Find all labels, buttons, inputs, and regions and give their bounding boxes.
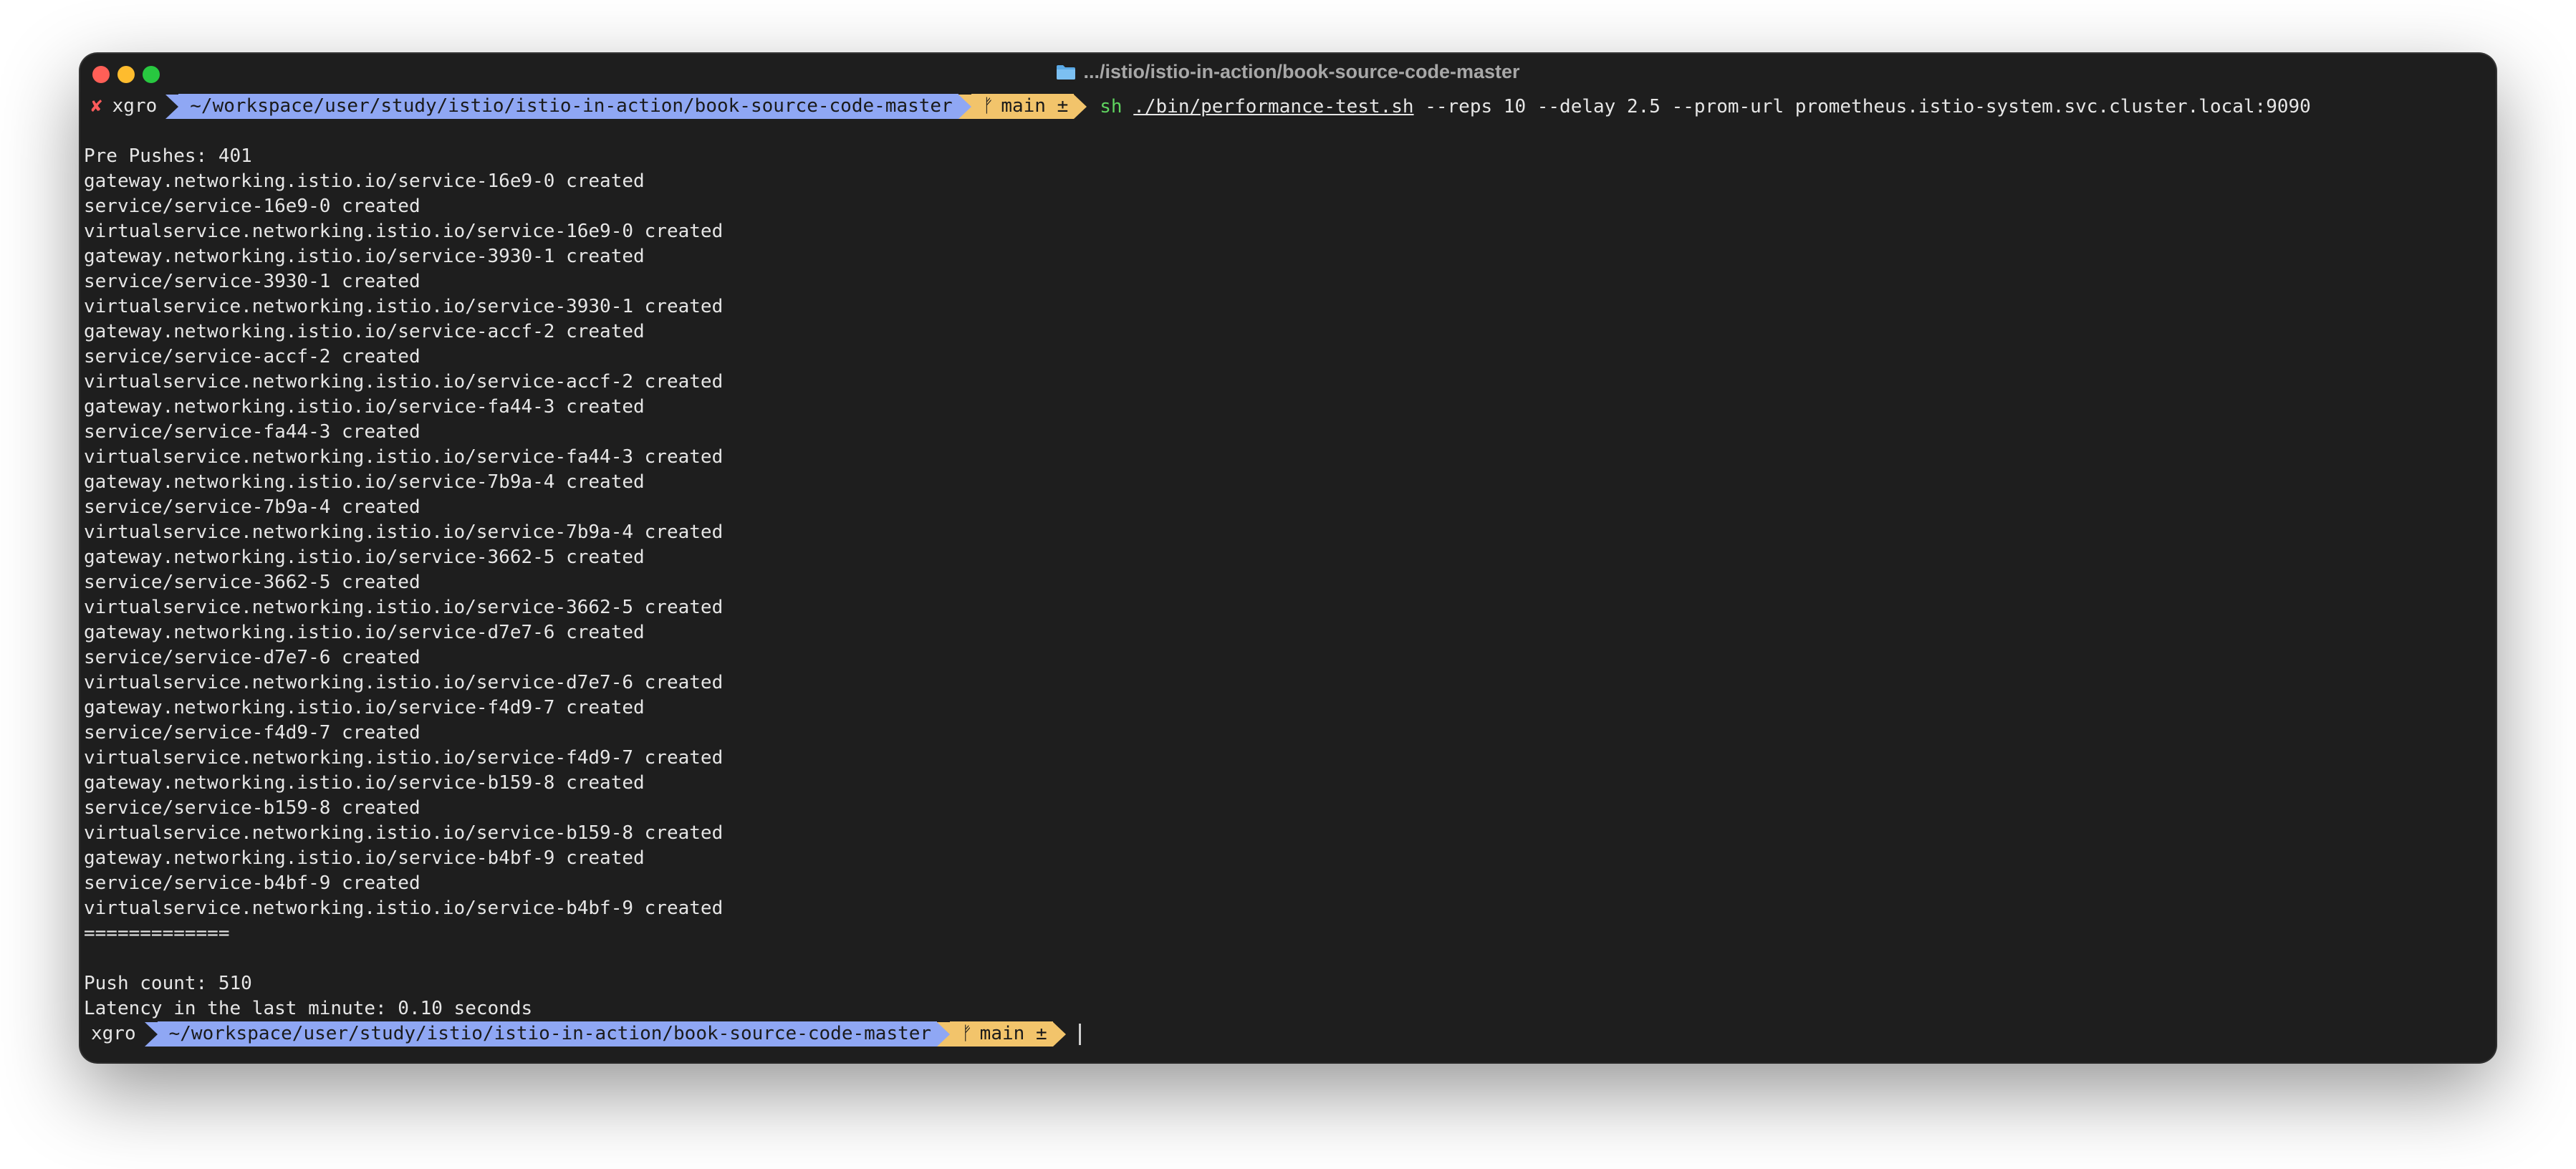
prompt-branch: main ± (979, 1023, 1047, 1044)
output-line: Pre Pushes: 401 (84, 145, 252, 167)
prompt-user-segment: xgro (84, 1021, 145, 1047)
output-line: service/service-16e9-0 created (84, 196, 420, 217)
powerline-separator-icon (144, 1021, 158, 1047)
output-line: virtualservice.networking.istio.io/servi… (84, 446, 724, 468)
title-bar[interactable]: .../istio/istio-in-action/book-source-co… (80, 54, 2496, 94)
output-line: service/service-3662-5 created (84, 572, 420, 593)
prompt-user-segment: ✘ xgro (84, 94, 165, 119)
push-count-line: Push count: 510 (84, 973, 252, 994)
output-line: gateway.networking.istio.io/service-3662… (84, 547, 645, 568)
entered-command: sh ./bin/performance-test.sh --reps 10 -… (1087, 96, 2311, 117)
prompt-username: xgro (91, 1023, 136, 1044)
command-prompt: ✘ xgro ~/workspace/user/study/istio/isti… (84, 94, 2496, 119)
prompt-username: xgro (112, 95, 158, 117)
text-cursor[interactable] (1078, 1023, 1081, 1045)
prompt-directory: ~/workspace/user/study/istio/istio-in-ac… (157, 1021, 938, 1047)
output-separator: ============= (84, 923, 230, 944)
command-prompt: xgro ~/workspace/user/study/istio/istio-… (84, 1021, 2496, 1047)
latency-line: Latency in the last minute: 0.10 seconds (84, 998, 533, 1019)
output-line: gateway.networking.istio.io/service-d7e7… (84, 622, 645, 643)
prompt-git-segment: ᚠ main ± (950, 1021, 1053, 1047)
prompt-git-segment: ᚠ main ± (971, 94, 1075, 119)
output-line: virtualservice.networking.istio.io/servi… (84, 371, 724, 393)
powerline-separator-icon (1074, 94, 1087, 119)
powerline-separator-icon (958, 94, 971, 119)
output-line: virtualservice.networking.istio.io/servi… (84, 672, 724, 693)
command-script-path: ./bin/performance-test.sh (1133, 95, 1414, 117)
powerline-separator-icon (937, 1021, 951, 1047)
prompt-branch: main ± (1001, 95, 1069, 117)
folder-icon (1056, 64, 1076, 80)
output-line: service/service-accf-2 created (84, 346, 420, 367)
output-line: virtualservice.networking.istio.io/servi… (84, 898, 724, 919)
git-branch-icon: ᚠ (961, 1023, 973, 1044)
error-status-icon: ✘ (91, 95, 102, 117)
window-title: .../istio/istio-in-action/book-source-co… (1083, 61, 1520, 82)
output-line: gateway.networking.istio.io/service-7b9a… (84, 471, 645, 493)
output-line: virtualservice.networking.istio.io/servi… (84, 521, 724, 543)
output-line: gateway.networking.istio.io/service-b159… (84, 772, 645, 794)
output-line: gateway.networking.istio.io/service-b4bf… (84, 847, 645, 869)
terminal-output[interactable]: ✘ xgro ~/workspace/user/study/istio/isti… (84, 94, 2496, 1062)
output-line: gateway.networking.istio.io/service-f4d9… (84, 697, 645, 718)
command-name: sh (1100, 95, 1123, 117)
powerline-separator-icon (1052, 1021, 1066, 1047)
output-line: virtualservice.networking.istio.io/servi… (84, 822, 724, 844)
command-arguments: --reps 10 --delay 2.5 --prom-url prometh… (1413, 95, 2311, 117)
output-line: service/service-f4d9-7 created (84, 722, 420, 744)
prompt-directory: ~/workspace/user/study/istio/istio-in-ac… (178, 94, 958, 119)
git-branch-icon: ᚠ (982, 95, 994, 117)
output-line: virtualservice.networking.istio.io/servi… (84, 747, 724, 769)
terminal-window[interactable]: .../istio/istio-in-action/book-source-co… (80, 54, 2496, 1062)
window-title-area: .../istio/istio-in-action/book-source-co… (80, 61, 2496, 83)
output-line: gateway.networking.istio.io/service-accf… (84, 321, 645, 342)
output-line: service/service-3930-1 created (84, 271, 420, 292)
output-line: virtualservice.networking.istio.io/servi… (84, 597, 724, 618)
output-line: gateway.networking.istio.io/service-16e9… (84, 170, 645, 192)
powerline-separator-icon (165, 94, 179, 119)
output-line: service/service-fa44-3 created (84, 421, 420, 443)
output-line: gateway.networking.istio.io/service-fa44… (84, 396, 645, 418)
output-line: gateway.networking.istio.io/service-3930… (84, 246, 645, 267)
output-line: service/service-b159-8 created (84, 797, 420, 819)
output-line: virtualservice.networking.istio.io/servi… (84, 296, 724, 317)
output-line: service/service-7b9a-4 created (84, 496, 420, 518)
output-line: service/service-d7e7-6 created (84, 647, 420, 668)
output-line: virtualservice.networking.istio.io/servi… (84, 221, 724, 242)
output-line: service/service-b4bf-9 created (84, 872, 420, 894)
